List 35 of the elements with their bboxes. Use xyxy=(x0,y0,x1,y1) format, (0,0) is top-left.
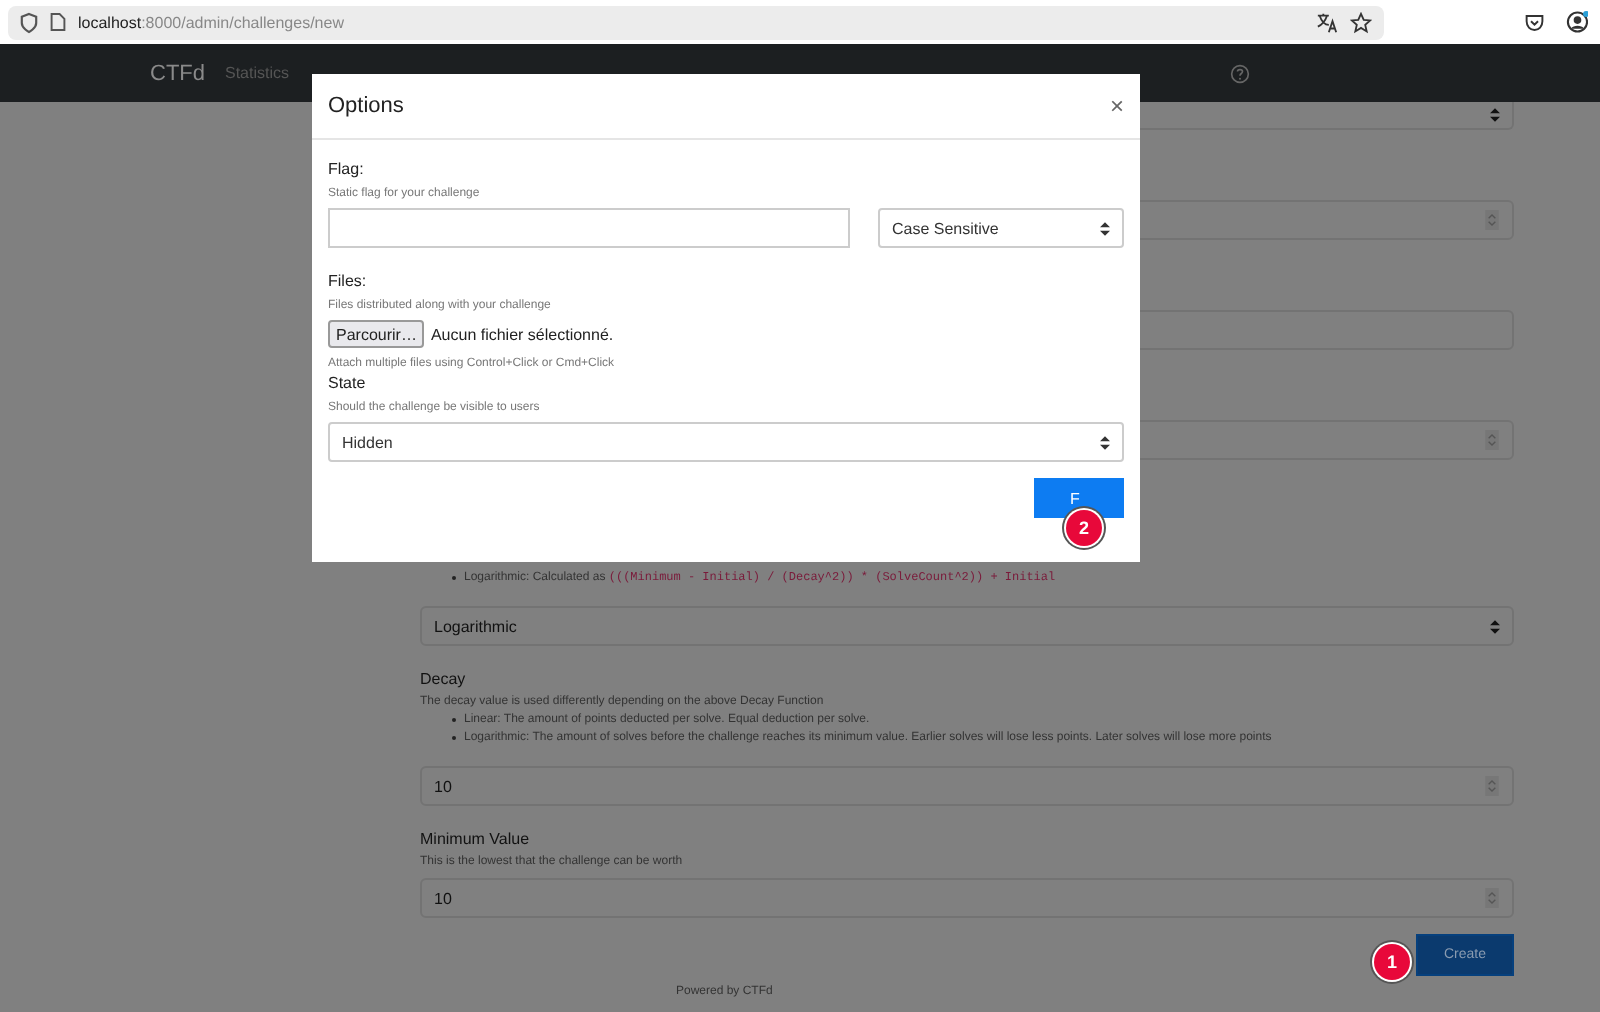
step-marker: 1 xyxy=(1374,944,1410,980)
page-icon xyxy=(50,12,66,32)
match-select[interactable]: Case Sensitive xyxy=(878,208,1124,248)
state-select[interactable]: Hidden xyxy=(328,422,1124,462)
select-caret-icon xyxy=(1100,435,1110,449)
field-label: State xyxy=(328,374,368,392)
number-field[interactable]: 10 xyxy=(420,766,1514,806)
field-label: Files: xyxy=(328,272,369,290)
translate-icon[interactable] xyxy=(1316,11,1338,33)
field-label: Decay xyxy=(420,670,468,688)
spinner-icon[interactable] xyxy=(1484,430,1500,450)
step-marker: 2 xyxy=(1066,510,1102,546)
spinner-icon[interactable] xyxy=(1484,888,1500,908)
spinner-icon[interactable] xyxy=(1484,776,1500,796)
close-button[interactable]: × xyxy=(1109,92,1124,120)
submit-button[interactable]: F xyxy=(1034,478,1124,518)
number-field[interactable]: 10 xyxy=(420,878,1514,918)
file-status: Aucun fichier sélectionné. xyxy=(430,325,614,343)
dialog-title: Options xyxy=(328,94,404,118)
account-icon[interactable] xyxy=(1565,10,1588,34)
select-caret-icon xyxy=(1490,108,1500,122)
pocket-icon[interactable] xyxy=(1524,11,1546,33)
field-label: Minimum Value xyxy=(420,830,532,848)
browse-button[interactable]: Parcourir… xyxy=(328,320,425,348)
flag-input[interactable] xyxy=(328,208,850,248)
shield-icon xyxy=(20,11,38,33)
select-field[interactable]: Logarithmic xyxy=(420,606,1514,646)
address-bar[interactable]: localhost:8000/admin/challenges/new xyxy=(8,5,1384,39)
spinner-icon[interactable] xyxy=(1484,210,1500,230)
star-icon[interactable] xyxy=(1350,11,1372,33)
help-icon[interactable] xyxy=(1229,63,1250,83)
select-caret-icon xyxy=(1490,619,1500,633)
select-caret-icon xyxy=(1100,221,1110,235)
field-label: Flag: xyxy=(328,160,366,178)
brand-logo[interactable]: CTFd xyxy=(150,61,205,85)
